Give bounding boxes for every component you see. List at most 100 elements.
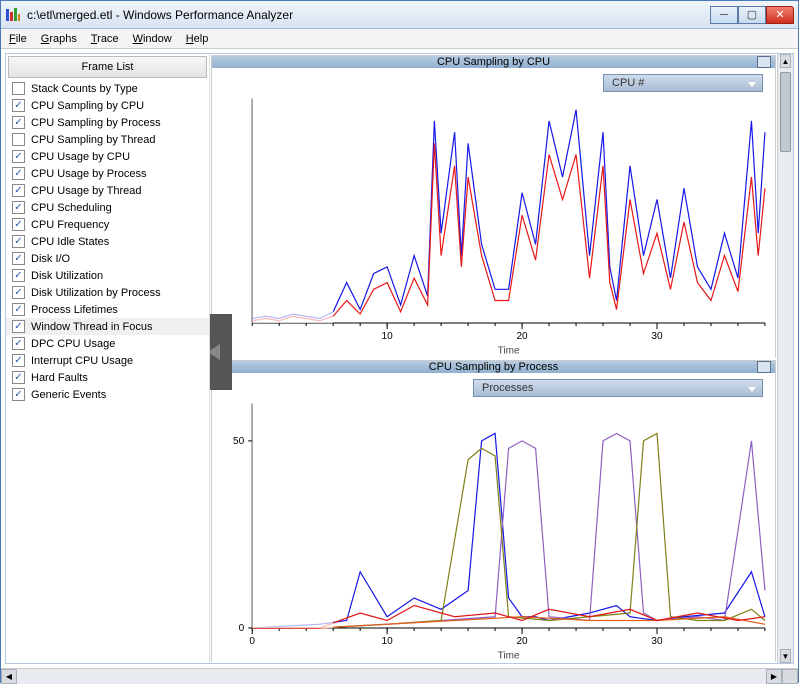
- frame-list-item[interactable]: ✓ CPU Usage by Process: [6, 165, 209, 182]
- frame-item-label: Hard Faults: [31, 372, 88, 384]
- svg-text:20: 20: [516, 636, 528, 647]
- frame-list-item[interactable]: ✓ Hard Faults: [6, 369, 209, 386]
- menu-window[interactable]: Window: [133, 33, 172, 45]
- frame-item-label: CPU Scheduling: [31, 202, 112, 214]
- checkbox[interactable]: ✓: [12, 354, 25, 367]
- close-button[interactable]: ✕: [766, 6, 794, 24]
- svg-text:10: 10: [382, 636, 394, 647]
- checkbox[interactable]: ✓: [12, 218, 25, 231]
- frame-list-item[interactable]: ✓ Interrupt CPU Usage: [6, 352, 209, 369]
- frame-item-label: Disk Utilization: [31, 270, 103, 282]
- frame-list-item[interactable]: ✓ CPU Sampling by Process: [6, 114, 209, 131]
- pane-menu-icon[interactable]: [757, 56, 771, 68]
- frame-list-item[interactable]: ✓ CPU Usage by CPU: [6, 148, 209, 165]
- frame-item-label: CPU Frequency: [31, 219, 109, 231]
- chart-pane-cpu-sampling-process: CPU Sampling by Process Processes 0 10 20 3…: [211, 360, 776, 663]
- checkbox[interactable]: ✓: [12, 286, 25, 299]
- checkbox[interactable]: ✓: [12, 116, 25, 129]
- checkbox[interactable]: ✓: [12, 167, 25, 180]
- frame-item-label: CPU Usage by Process: [31, 168, 147, 180]
- svg-text:0: 0: [249, 636, 255, 647]
- scroll-up-arrow[interactable]: ▲: [780, 54, 791, 68]
- legend-dropdown[interactable]: CPU #: [603, 74, 763, 92]
- frame-item-label: CPU Idle States: [31, 236, 109, 248]
- frame-list-item[interactable]: ✓ DPC CPU Usage: [6, 335, 209, 352]
- svg-text:Time: Time: [498, 650, 520, 661]
- frame-list-item[interactable]: ✓Disk I/O: [6, 250, 209, 267]
- vertical-scrollbar[interactable]: ▲ ▼: [777, 54, 793, 663]
- menu-graphs[interactable]: Graphs: [41, 33, 77, 45]
- checkbox[interactable]: ✓: [12, 252, 25, 265]
- checkbox[interactable]: ✓: [12, 235, 25, 248]
- svg-text:10: 10: [382, 331, 394, 342]
- frame-list-item[interactable]: ✓Window Thread in Focus: [6, 318, 209, 335]
- minimize-button[interactable]: ─: [710, 6, 738, 24]
- workspace: Frame List Stack Counts by Type ✓ CPU Samp…: [5, 53, 794, 664]
- menubar: File Graphs Trace Window Help: [1, 29, 798, 49]
- frame-item-label: DPC CPU Usage: [31, 338, 115, 350]
- svg-text:30: 30: [651, 331, 663, 342]
- scroll-left-arrow[interactable]: ◀: [1, 669, 17, 684]
- chart-title-text: CPU Sampling by Process: [429, 361, 559, 373]
- frame-list-item[interactable]: ✓ CPU Sampling by CPU: [6, 97, 209, 114]
- frame-list-item[interactable]: ✓ Disk Utilization by Process: [6, 284, 209, 301]
- chart-pane-cpu-sampling-cpu: CPU Sampling by CPU CPU # 102030Time: [211, 55, 776, 358]
- frame-list-item[interactable]: ✓ CPU Frequency: [6, 216, 209, 233]
- checkbox[interactable]: ✓: [12, 201, 25, 214]
- frame-list-item[interactable]: ✓ CPU Idle States: [6, 233, 209, 250]
- frame-item-label: Interrupt CPU Usage: [31, 355, 133, 367]
- frame-item-label: CPU Sampling by CPU: [31, 100, 144, 112]
- sidebar-header[interactable]: Frame List: [8, 56, 207, 78]
- resize-grip[interactable]: [782, 669, 798, 684]
- svg-text:50: 50: [233, 435, 245, 446]
- svg-text:Time: Time: [498, 345, 520, 356]
- checkbox[interactable]: ✓: [12, 99, 25, 112]
- chart-body[interactable]: CPU # 10 20 30 Time: [212, 68, 775, 358]
- scroll-down-arrow[interactable]: ▼: [780, 649, 791, 663]
- frame-item-label: Generic Events: [31, 389, 106, 401]
- checkbox[interactable]: ✓: [12, 388, 25, 401]
- frame-item-label: Process Lifetimes: [31, 304, 118, 316]
- app-icon: [5, 7, 21, 23]
- frame-list-item[interactable]: ✓ Disk Utilization: [6, 267, 209, 284]
- chevron-left-icon: [210, 344, 220, 360]
- frame-item-label: CPU Sampling by Process: [31, 117, 161, 129]
- checkbox[interactable]: ✓: [12, 337, 25, 350]
- frame-item-label: Stack Counts by Type: [31, 83, 138, 95]
- splitter-handle[interactable]: [210, 314, 234, 394]
- chart-title: CPU Sampling by Process: [212, 361, 775, 373]
- checkbox[interactable]: ✓: [12, 303, 25, 316]
- svg-text:30: 30: [651, 636, 663, 647]
- frame-list-item[interactable]: ✓ Process Lifetimes: [6, 301, 209, 318]
- checkbox[interactable]: ✓: [12, 371, 25, 384]
- frame-list-item[interactable]: Stack Counts by Type: [6, 80, 209, 97]
- horizontal-scrollbar[interactable]: ◀ ▶: [1, 668, 798, 684]
- frame-item-label: CPU Usage by Thread: [31, 185, 141, 197]
- scroll-thumb[interactable]: [780, 72, 791, 152]
- menu-file[interactable]: File: [9, 33, 27, 45]
- legend-dropdown[interactable]: Processes: [473, 379, 763, 397]
- frame-list-item[interactable]: ✓ Generic Events: [6, 386, 209, 403]
- pane-menu-icon[interactable]: [757, 361, 771, 373]
- maximize-button[interactable]: ▢: [738, 6, 766, 24]
- checkbox[interactable]: ✓: [12, 184, 25, 197]
- checkbox[interactable]: ✓: [12, 269, 25, 282]
- frame-list: Stack Counts by Type ✓ CPU Sampling by CPU…: [6, 80, 209, 663]
- svg-text:20: 20: [516, 331, 528, 342]
- frame-item-label: CPU Usage by CPU: [31, 151, 130, 163]
- window-title: c:\etl\merged.etl - Windows Performance …: [27, 8, 710, 22]
- frame-list-item[interactable]: ✓ CPU Usage by Thread: [6, 182, 209, 199]
- checkbox[interactable]: [12, 133, 25, 146]
- checkbox[interactable]: [12, 82, 25, 95]
- scroll-right-arrow[interactable]: ▶: [766, 669, 782, 684]
- frame-item-label: Disk Utilization by Process: [31, 287, 161, 299]
- chart-body[interactable]: Processes 0 10 20 30 0 50 Time: [212, 373, 775, 663]
- checkbox[interactable]: ✓: [12, 150, 25, 163]
- menu-trace[interactable]: Trace: [91, 33, 119, 45]
- checkbox[interactable]: ✓: [12, 320, 25, 333]
- frame-list-item[interactable]: CPU Sampling by Thread: [6, 131, 209, 148]
- svg-text:0: 0: [239, 622, 245, 633]
- sidebar: Frame List Stack Counts by Type ✓ CPU Samp…: [6, 54, 210, 663]
- menu-help[interactable]: Help: [186, 33, 209, 45]
- frame-list-item[interactable]: ✓ CPU Scheduling: [6, 199, 209, 216]
